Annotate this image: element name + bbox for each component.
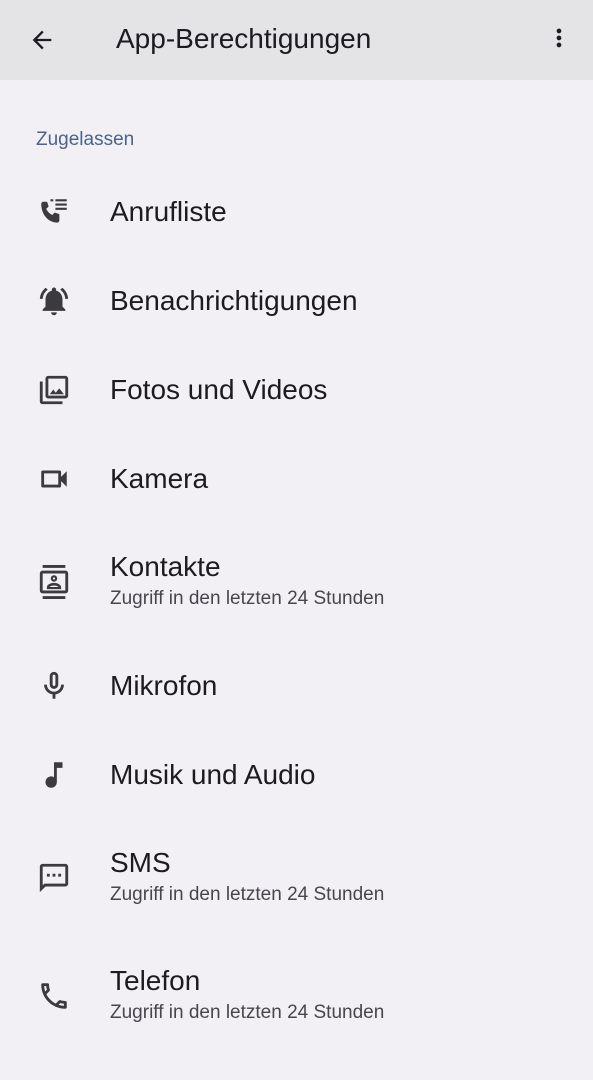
- permission-label: Telefon: [110, 965, 201, 996]
- contacts-icon: [36, 564, 72, 600]
- permission-item-contacts[interactable]: Kontakte Zugriff in den letzten 24 Stund…: [0, 548, 593, 620]
- permission-item-text: Kontakte Zugriff in den letzten 24 Stund…: [110, 550, 384, 611]
- permission-label: SMS: [110, 847, 171, 878]
- permission-item-text: Musik und Audio: [110, 758, 315, 792]
- back-button[interactable]: [18, 16, 66, 64]
- permission-label: Anrufliste: [110, 196, 227, 227]
- permission-summary: Zugriff in den letzten 24 Stunden: [110, 1002, 385, 1023]
- microphone-icon: [36, 668, 72, 704]
- permission-item-text: Benachrichtigungen: [110, 284, 358, 318]
- permission-item-music-audio[interactable]: Musik und Audio: [0, 741, 593, 809]
- permission-item-text: Mikrofon: [110, 669, 217, 703]
- page-title: App-Berechtigungen: [116, 23, 372, 54]
- permission-label: Kontakte: [110, 551, 221, 582]
- permission-label: Musik und Audio: [110, 759, 316, 790]
- permission-label: Fotos und Videos: [110, 374, 328, 405]
- top-app-bar: App-Berechtigungen: [0, 0, 593, 80]
- section-header-allowed: Zugelassen: [36, 129, 135, 150]
- call-log-icon: [36, 194, 72, 230]
- music-note-icon: [36, 757, 72, 793]
- phone-icon: [36, 978, 72, 1014]
- permission-item-text: Telefon Zugriff in den letzten 24 Stunde…: [110, 964, 384, 1025]
- photo-library-icon: [36, 372, 72, 408]
- sms-icon: [36, 860, 72, 896]
- permission-item-photos-videos[interactable]: Fotos und Videos: [0, 356, 593, 424]
- permission-item-phone[interactable]: Telefon Zugriff in den letzten 24 Stunde…: [0, 962, 593, 1034]
- notification-bell-icon: [36, 283, 72, 319]
- permission-summary: Zugriff in den letzten 24 Stunden: [110, 884, 385, 905]
- arrow-back-icon: [28, 26, 56, 54]
- permission-item-microphone[interactable]: Mikrofon: [0, 652, 593, 720]
- permission-item-text: SMS Zugriff in den letzten 24 Stunden: [110, 846, 384, 907]
- more-vert-icon: [545, 24, 573, 52]
- permission-item-camera[interactable]: Kamera: [0, 445, 593, 513]
- permission-label: Kamera: [110, 463, 209, 494]
- permission-summary: Zugriff in den letzten 24 Stunden: [110, 588, 385, 609]
- permission-item-call-log[interactable]: Anrufliste: [0, 178, 593, 246]
- app-permissions-screen: App-Berechtigungen Zugelassen Anrufliste…: [0, 0, 593, 1080]
- more-options-button[interactable]: [535, 14, 583, 62]
- permission-item-text: Kamera: [110, 462, 208, 496]
- permission-label: Mikrofon: [110, 670, 218, 701]
- permission-item-text: Anrufliste: [110, 195, 227, 229]
- permission-item-notifications[interactable]: Benachrichtigungen: [0, 267, 593, 335]
- permission-label: Benachrichtigungen: [110, 285, 358, 316]
- videocam-icon: [36, 461, 72, 497]
- permission-item-text: Fotos und Videos: [110, 373, 327, 407]
- permission-item-sms[interactable]: SMS Zugriff in den letzten 24 Stunden: [0, 844, 593, 916]
